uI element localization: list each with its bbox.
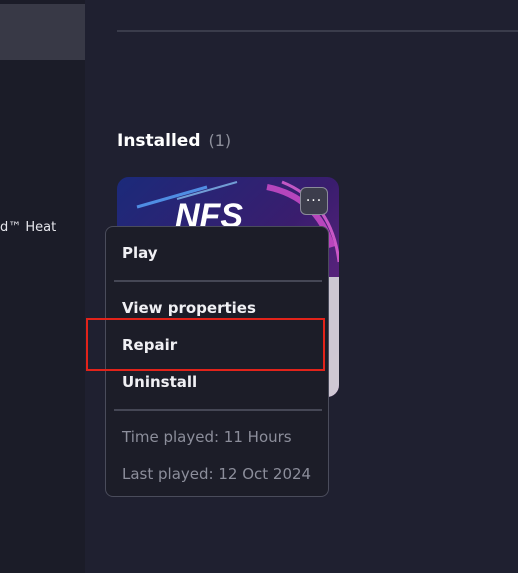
section-count: (1) bbox=[208, 131, 232, 150]
sidebar: d™ Heat bbox=[0, 0, 85, 573]
sidebar-selected-item[interactable] bbox=[0, 4, 85, 60]
context-menu: Play View properties Repair Uninstall Ti… bbox=[105, 226, 329, 497]
installed-section-header: Installed (1) bbox=[117, 131, 231, 151]
menu-item-view-properties[interactable]: View properties bbox=[122, 298, 256, 318]
last-played-text: Last played: 12 Oct 2024 bbox=[122, 465, 312, 483]
time-played-text: Time played: 11 Hours bbox=[122, 428, 292, 446]
top-divider bbox=[117, 30, 518, 32]
section-title: Installed bbox=[117, 131, 201, 151]
menu-item-play[interactable]: Play bbox=[122, 243, 158, 263]
menu-item-uninstall[interactable]: Uninstall bbox=[122, 372, 197, 392]
menu-item-repair[interactable]: Repair bbox=[122, 335, 177, 355]
more-options-button[interactable]: ··· bbox=[300, 187, 328, 215]
menu-separator bbox=[114, 409, 322, 411]
menu-separator bbox=[114, 280, 322, 282]
sidebar-game-label[interactable]: d™ Heat bbox=[0, 219, 56, 237]
